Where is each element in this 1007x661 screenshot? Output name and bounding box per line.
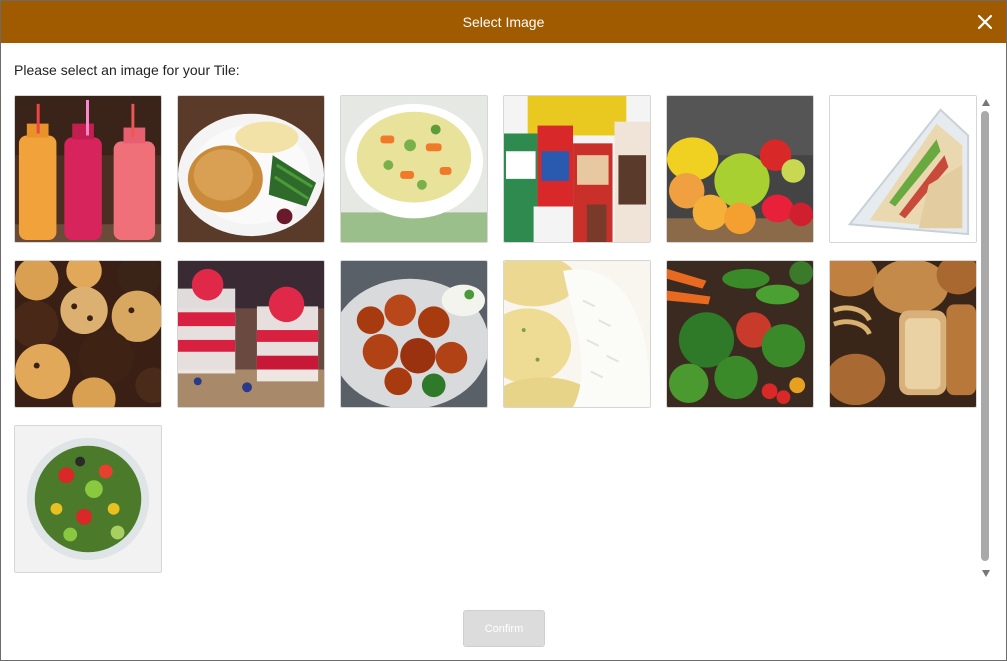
- image-option-raspberry-parfait[interactable]: [177, 260, 325, 408]
- select-image-dialog: Select Image Please select an image for …: [0, 0, 1007, 661]
- scroll-down-arrow-icon[interactable]: [982, 570, 990, 577]
- image-option-vegetable-soup[interactable]: [340, 95, 488, 243]
- image-option-glazed-chicken[interactable]: [340, 260, 488, 408]
- close-icon[interactable]: [972, 9, 998, 35]
- confirm-button[interactable]: Confirm: [463, 610, 545, 647]
- image-grid-scrollbar[interactable]: [979, 97, 993, 579]
- image-option-potatoes-and-rice[interactable]: [503, 260, 651, 408]
- image-grid: [14, 95, 980, 577]
- dialog-prompt: Please select an image for your Tile:: [14, 62, 240, 78]
- image-option-chicken-cutlet-plate[interactable]: [177, 95, 325, 243]
- image-option-sandwich-container[interactable]: [829, 95, 977, 243]
- image-option-fresh-fruit[interactable]: [666, 95, 814, 243]
- image-option-muffins[interactable]: [14, 260, 162, 408]
- scrollbar-thumb[interactable]: [981, 111, 989, 561]
- image-option-bread-loaves[interactable]: [829, 260, 977, 408]
- image-option-snack-packages[interactable]: [503, 95, 651, 243]
- dialog-titlebar: Select Image: [1, 1, 1006, 43]
- image-option-vegetable-assortment[interactable]: [666, 260, 814, 408]
- image-option-juice-bottles[interactable]: [14, 95, 162, 243]
- image-option-salad-bowl[interactable]: [14, 425, 162, 573]
- dialog-title: Select Image: [462, 14, 545, 30]
- scroll-up-arrow-icon[interactable]: [982, 99, 990, 106]
